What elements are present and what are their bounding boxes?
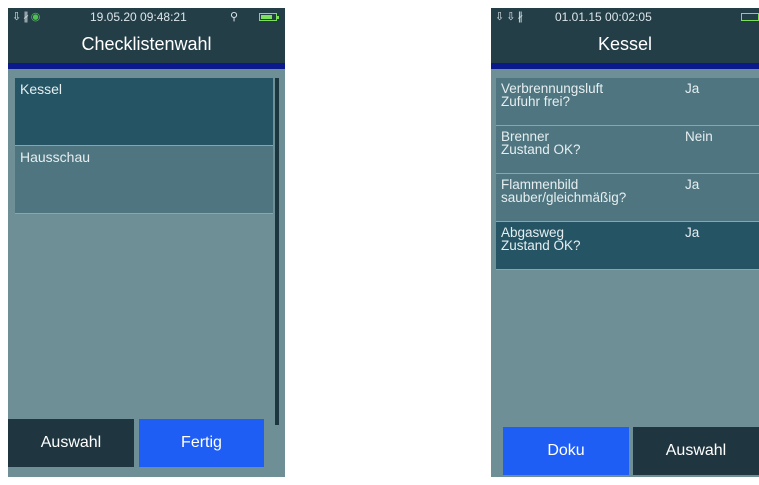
done-button[interactable]: Fertig: [139, 419, 264, 467]
usb-icon: ⇩: [495, 11, 507, 23]
checklist-answer: Ja: [685, 81, 700, 96]
battery-icon: [741, 13, 759, 21]
bluetooth-icon: ∦: [23, 11, 31, 23]
checklist-item[interactable]: Brenner Zustand OK? Nein: [496, 126, 759, 174]
select-button[interactable]: Auswahl: [8, 419, 134, 467]
signal-dot-icon: ◉: [30, 11, 43, 23]
checklist-question: Abgasweg Zustand OK?: [501, 225, 581, 253]
checklist-question: Brenner Zustand OK?: [501, 129, 581, 157]
checklist-answer: Nein: [685, 129, 713, 144]
checklist-items: Verbrennungsluft Zufuhr frei? Ja Brenner…: [496, 78, 759, 270]
checklist-item[interactable]: Flammenbild sauber/gleichmäßig? Ja: [496, 174, 759, 222]
title-divider: [491, 63, 759, 69]
bluetooth-icon: ∦: [517, 11, 525, 23]
page-title: Kessel: [491, 26, 759, 63]
checklist-answer: Ja: [685, 177, 700, 192]
charge-icon: ⇩: [506, 11, 518, 23]
checklist-answer: Ja: [685, 225, 700, 240]
doc-button[interactable]: Doku: [503, 427, 629, 475]
status-bar: ⇩⇩∦ 01.01.15 00:02:05: [491, 8, 759, 26]
title-divider: [8, 63, 285, 69]
status-icons: ⇩∦◉: [12, 10, 42, 23]
checklist-item[interactable]: Verbrennungsluft Zufuhr frei? Ja: [496, 78, 759, 126]
list-item-label: Kessel: [20, 81, 63, 97]
checklist-detail-screen: ⇩⇩∦ 01.01.15 00:02:05 Kessel Verbrennung…: [491, 8, 759, 477]
page-title: Checklistenwahl: [8, 26, 285, 63]
list-item-hausschau[interactable]: Hausschau: [15, 146, 273, 214]
usb-icon: ⇩: [12, 11, 24, 23]
checklist-select-screen: ⇩∦◉ 19.05.20 09:48:21 ⚲ Checklistenwahl …: [8, 8, 285, 477]
status-bar: ⇩∦◉ 19.05.20 09:48:21 ⚲: [8, 8, 285, 26]
status-time: 01.01.15 00:02:05: [555, 10, 652, 24]
select-button[interactable]: Auswahl: [633, 427, 759, 475]
battery-icon: [259, 13, 279, 21]
list-item-kessel[interactable]: Kessel: [15, 78, 273, 146]
list-item-label: Hausschau: [20, 149, 91, 165]
checklist-question: Flammenbild sauber/gleichmäßig?: [501, 177, 627, 205]
status-time: 19.05.20 09:48:21: [90, 10, 187, 24]
status-icons: ⇩⇩∦: [495, 10, 525, 23]
checklist-item-selected[interactable]: Abgasweg Zustand OK? Ja: [496, 222, 759, 270]
checklist-list: Kessel Hausschau: [15, 78, 273, 214]
checklist-question: Verbrennungsluft Zufuhr frei?: [501, 81, 604, 109]
plug-icon: ⚲: [230, 11, 239, 23]
scrollbar[interactable]: [275, 78, 279, 425]
battery-level: [261, 15, 273, 19]
